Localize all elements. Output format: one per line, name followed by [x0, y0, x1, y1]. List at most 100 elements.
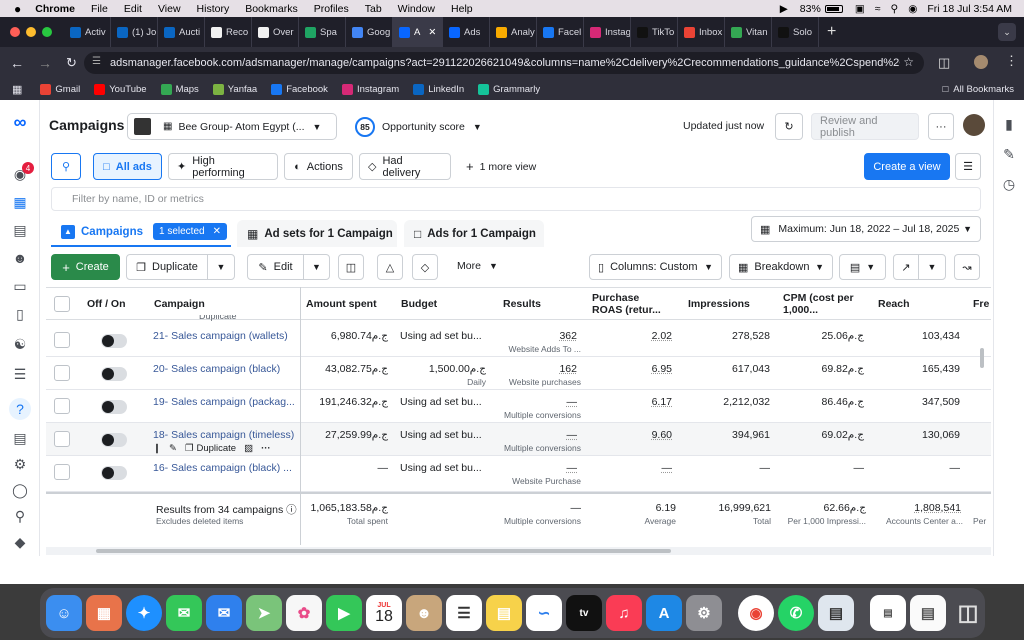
col-amount-spent[interactable]: Amount spent: [306, 288, 386, 319]
tag-button[interactable]: ◇: [412, 254, 438, 280]
ab-test-button[interactable]: △: [377, 254, 403, 280]
meta-logo-icon[interactable]: ∞: [10, 112, 30, 132]
export-button[interactable]: ↗: [893, 254, 919, 280]
all-bookmarks[interactable]: All Bookmarks: [953, 84, 1014, 95]
browser-tab[interactable]: Aucti: [158, 17, 205, 47]
date-range-picker[interactable]: ▦ Maximum: Jun 18, 2022 – Jul 18, 2025 ▼: [751, 216, 981, 242]
browser-tab[interactable]: Goog: [346, 17, 393, 47]
document-icon[interactable]: ▤: [870, 595, 906, 631]
search-icon[interactable]: ⚲: [891, 3, 899, 15]
edit-dropdown[interactable]: ▼: [303, 254, 330, 280]
wifi-icon[interactable]: ≈: [875, 3, 881, 15]
mail-icon[interactable]: ✉: [206, 595, 242, 631]
news-icon[interactable]: ▤: [10, 428, 30, 448]
table-row[interactable]: 21- Sales campaign (wallets) 6,980.74ج.م U…: [46, 324, 991, 357]
close-tab-icon[interactable]: ✕: [428, 27, 436, 38]
billing-icon[interactable]: ▭: [10, 276, 30, 296]
events-manager-icon[interactable]: ☯: [10, 334, 30, 354]
trash-icon[interactable]: ◫: [950, 595, 986, 631]
duplicate-dropdown[interactable]: ▼: [207, 254, 235, 280]
view-charts-icon[interactable]: ❙: [153, 443, 161, 454]
menu-tab[interactable]: Tab: [365, 3, 382, 15]
edit-button[interactable]: ✎ Edit: [247, 254, 304, 280]
row-checkbox[interactable]: [54, 365, 70, 381]
safari-icon[interactable]: ✦: [126, 595, 162, 631]
vertical-scroll-thumb[interactable]: [980, 348, 984, 368]
clear-selection-icon[interactable]: ✕: [213, 226, 221, 237]
apps-grid-icon[interactable]: ▦: [12, 83, 22, 96]
edit-pencil-icon[interactable]: ✎: [999, 144, 1019, 164]
review-publish-button[interactable]: Review and publish: [811, 113, 919, 140]
address-bar[interactable]: ☰ adsmanager.facebook.com/adsmanager/man…: [84, 52, 924, 74]
bookmark-item[interactable]: Gmail: [40, 83, 80, 95]
info-icon[interactable]: ⓘ: [286, 504, 297, 516]
back-icon[interactable]: ←: [10, 55, 24, 71]
tab-adsets[interactable]: ▦ Ad sets for 1 Campaign: [237, 220, 397, 247]
delete-button[interactable]: ◫: [338, 254, 364, 280]
bookmark-item[interactable]: Grammarly: [478, 83, 540, 95]
create-view-button[interactable]: Create a view: [864, 153, 950, 180]
bookmark-item[interactable]: Yanfaa: [212, 83, 257, 95]
launchpad-icon[interactable]: ▦: [86, 595, 122, 631]
row-on-off-toggle[interactable]: [101, 433, 127, 447]
contacts-icon[interactable]: ☻: [406, 595, 442, 631]
row-on-off-toggle[interactable]: [101, 367, 127, 381]
horizontal-scroll-thumb[interactable]: [96, 549, 671, 553]
music-icon[interactable]: ♫: [606, 595, 642, 631]
facetime-icon[interactable]: ▶: [326, 595, 362, 631]
duplicate-button[interactable]: ❐ Duplicate: [126, 254, 208, 280]
menu-history[interactable]: History: [197, 3, 230, 15]
tab-campaigns[interactable]: ▲ Campaigns 1 selected ✕: [51, 218, 231, 247]
table-row[interactable]: 20- Sales campaign (black) 43,082.75ج.م 1,…: [46, 357, 991, 390]
help-icon[interactable]: ?: [9, 398, 31, 420]
browser-tab[interactable]: Vitan: [725, 17, 772, 47]
reload-icon[interactable]: ↻: [66, 55, 77, 71]
col-impressions[interactable]: Impressions: [688, 288, 768, 319]
search-nav-icon[interactable]: ⚲: [10, 506, 30, 526]
user-avatar[interactable]: [963, 114, 985, 136]
new-tab-icon[interactable]: +: [827, 23, 836, 41]
menu-view[interactable]: View: [158, 3, 181, 15]
site-info-icon[interactable]: ☰: [92, 56, 101, 67]
close-window-icon[interactable]: [10, 27, 20, 37]
maximize-window-icon[interactable]: [42, 27, 52, 37]
menu-chrome[interactable]: Chrome: [35, 3, 75, 15]
finder-icon[interactable]: ☺: [46, 595, 82, 631]
minimize-window-icon[interactable]: [26, 27, 36, 37]
apple-tv-icon[interactable]: tv: [566, 595, 602, 631]
photos-icon[interactable]: ✿: [286, 595, 322, 631]
downloads-stack-icon[interactable]: ▤: [910, 595, 946, 631]
columns-button[interactable]: ▯ Columns: Custom ▼: [589, 254, 722, 280]
horizontal-scrollbar[interactable]: [46, 547, 991, 555]
bookmark-star-icon[interactable]: ☆: [903, 55, 914, 69]
menu-file[interactable]: File: [91, 3, 108, 15]
freeform-icon[interactable]: ∽: [526, 595, 562, 631]
extensions-icon[interactable]: ◫: [938, 55, 950, 71]
reminders-icon[interactable]: ☰: [446, 595, 482, 631]
browser-tab[interactable]: Over: [252, 17, 299, 47]
account-selector[interactable]: ▦ Bee Group- Atom Egypt (... ▼: [127, 113, 337, 140]
browser-tab[interactable]: Reco: [205, 17, 252, 47]
toggle-icon[interactable]: ◉: [908, 3, 917, 15]
ads-megaphone-icon[interactable]: ▯: [10, 304, 30, 324]
browser-tab[interactable]: Spa: [299, 17, 346, 47]
menu-window[interactable]: Window: [398, 3, 435, 15]
row-more-icon[interactable]: ···: [261, 443, 271, 454]
all-tools-menu-icon[interactable]: ☰: [10, 364, 30, 384]
settings-gear-icon[interactable]: ⚙: [10, 454, 30, 474]
browser-tab[interactable]: Instag: [584, 17, 631, 47]
select-all-checkbox[interactable]: [54, 296, 70, 312]
charts-toggle-button[interactable]: ↝: [954, 254, 980, 280]
col-cpm[interactable]: CPM (cost per 1,000...: [783, 288, 863, 319]
actions-view-button[interactable]: ◐ Actions: [284, 153, 353, 180]
export-dropdown[interactable]: ▼: [918, 254, 946, 280]
menu-bookmarks[interactable]: Bookmarks: [245, 3, 298, 15]
refresh-button[interactable]: ↻: [775, 113, 803, 140]
preview-image-icon[interactable]: ▨: [244, 443, 253, 454]
row-checkbox[interactable]: [54, 398, 70, 414]
row-checkbox[interactable]: [54, 464, 70, 480]
browser-tab[interactable]: Inbox: [678, 17, 725, 47]
high-performing-view-button[interactable]: ✦ High performing: [168, 153, 278, 180]
charts-icon[interactable]: ▮: [999, 114, 1019, 134]
browser-tab[interactable]: Ads: [443, 17, 490, 47]
